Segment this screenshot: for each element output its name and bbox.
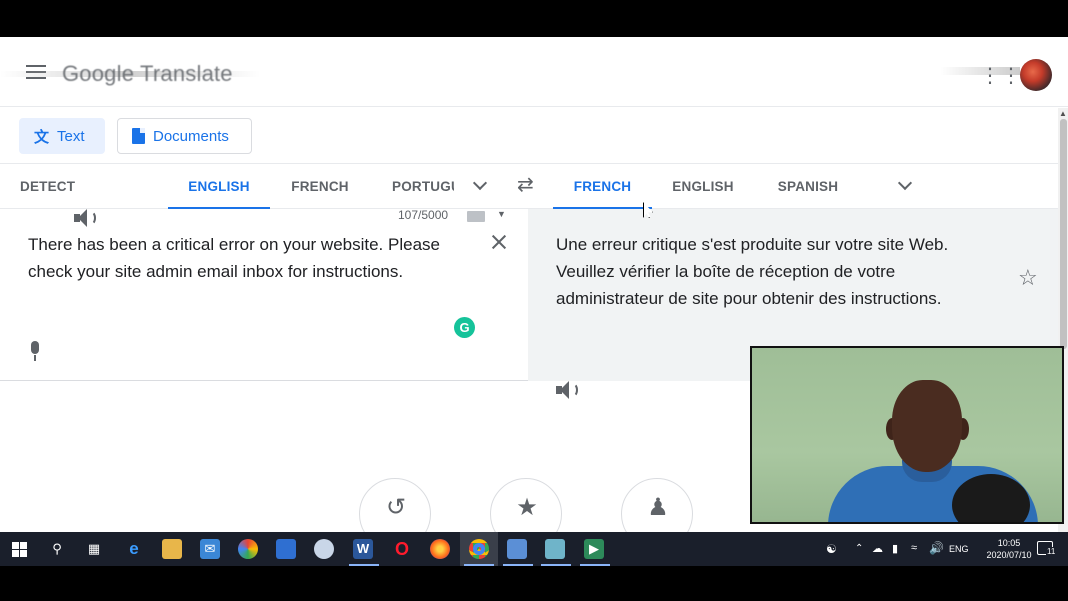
source-lang-french[interactable]: FRENCH [288, 164, 352, 209]
target-lang-english[interactable]: ENGLISH [672, 164, 734, 209]
star-icon: ★ [516, 494, 538, 521]
language-bar: DETECT LANGUAGE ENGLISH FRENCH PORTUGU ⇄… [0, 163, 1058, 240]
star-icon[interactable]: ☆ [1018, 265, 1038, 291]
chevron-up-icon[interactable]: ⌃ [855, 543, 863, 554]
firefox-icon[interactable] [430, 539, 450, 559]
store-icon[interactable] [276, 539, 296, 559]
speaker-icon[interactable] [74, 208, 96, 228]
translation-output: Une erreur critique s'est produite sur v… [556, 235, 949, 308]
document-icon [132, 128, 145, 144]
opera-icon[interactable]: O [392, 539, 412, 559]
keyboard-icon[interactable] [467, 211, 485, 222]
mode-bar: 文 Text Documents [0, 108, 1058, 163]
source-text-input[interactable]: There has been a critical error on your … [28, 231, 468, 285]
webcam-person [892, 380, 962, 472]
documents-mode-label: Documents [153, 127, 229, 145]
word-icon[interactable]: W [353, 539, 373, 559]
char-count: 107/5000 [398, 208, 449, 222]
mail-icon[interactable]: ✉ [200, 539, 220, 559]
people-icon[interactable]: ☯ [826, 542, 837, 556]
volume-icon[interactable]: 🔊 [929, 541, 944, 555]
app-icon[interactable]: ▶ [584, 539, 604, 559]
mic-icon[interactable] [27, 341, 43, 363]
text-mode-label: Text [57, 127, 85, 145]
caret-down-icon[interactable]: ▼ [497, 209, 506, 219]
swap-icon[interactable]: ⇄ [517, 172, 534, 197]
source-lang-detect[interactable]: DETECT LANGUAGE [20, 164, 146, 240]
taskbar-clock[interactable]: 10:05 2020/07/10 [984, 537, 1034, 561]
taskbar: ⚲ ▦ e ✉ W O ▶ ☯ ⌃ ☁ ▮ ≈ 🔊 ENG 10:05 2020… [0, 532, 1068, 566]
history-button[interactable]: ↺ [359, 478, 431, 532]
video-letterbox-top [0, 0, 1068, 37]
webcam-overlay [750, 346, 1064, 524]
source-lang-english[interactable]: ENGLISH [168, 164, 270, 210]
cloud-icon[interactable]: ☁ [872, 542, 883, 555]
app-logo[interactable]: Google Translate [62, 61, 233, 87]
task-view-icon[interactable]: ▦ [84, 539, 104, 559]
chevron-down-icon[interactable] [897, 176, 913, 192]
source-panel: There has been a critical error on your … [0, 209, 528, 381]
notification-count: 11 [1046, 547, 1057, 556]
community-button[interactable]: ♟ [621, 478, 693, 532]
app-icon[interactable] [507, 539, 527, 559]
target-lang-spanish[interactable]: SPANISH [777, 164, 839, 209]
wifi-icon[interactable]: ≈ [911, 542, 917, 554]
input-language[interactable]: ENG [949, 544, 969, 554]
source-lang-portuguese[interactable]: PORTUGU [392, 164, 454, 209]
file-explorer-icon[interactable] [162, 539, 182, 559]
text-mode-button[interactable]: 文 Text [19, 118, 105, 154]
chevron-down-icon[interactable] [472, 176, 488, 192]
community-icon: ♟ [647, 494, 669, 521]
history-icon: ↺ [385, 494, 407, 521]
saved-button[interactable]: ★ [490, 478, 562, 532]
translate-icon: 文 [34, 128, 50, 146]
photos-icon[interactable] [238, 539, 258, 559]
grammarly-icon[interactable]: G [454, 317, 475, 338]
target-lang-french[interactable]: FRENCH [553, 164, 652, 210]
video-letterbox-bottom [0, 566, 1068, 601]
apps-icon[interactable]: ⋮⋮ [980, 66, 1022, 86]
speaker-icon[interactable] [556, 380, 578, 400]
edge-icon[interactable]: e [124, 539, 144, 559]
scroll-up-icon[interactable]: ▲ [1059, 109, 1067, 118]
windows-start-icon[interactable] [10, 539, 30, 559]
app-icon[interactable] [545, 539, 565, 559]
app-header: Google Translate ⋮⋮ [0, 37, 1068, 107]
avatar[interactable] [1020, 59, 1052, 91]
chrome-icon[interactable] [469, 539, 489, 559]
documents-mode-button[interactable]: Documents [117, 118, 252, 154]
scrollbar-thumb[interactable] [1060, 119, 1067, 349]
battery-icon[interactable]: ▮ [892, 542, 898, 555]
paint-icon[interactable] [314, 539, 334, 559]
search-icon[interactable]: ⚲ [47, 539, 67, 559]
clock-time: 10:05 [997, 538, 1021, 548]
clock-date: 2020/07/10 [986, 550, 1032, 560]
close-icon[interactable] [490, 233, 508, 251]
